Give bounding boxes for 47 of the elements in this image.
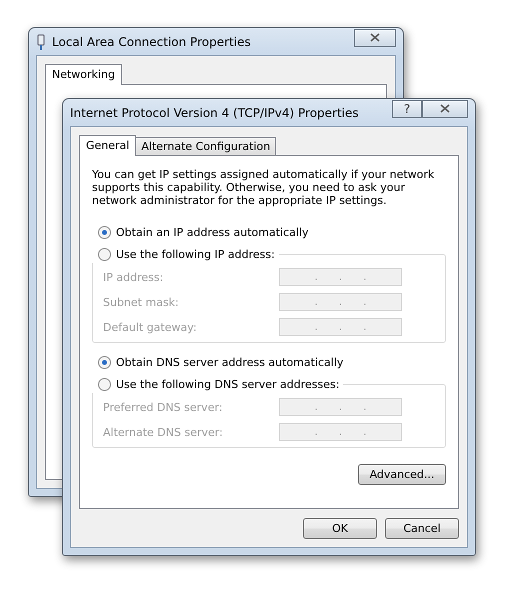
tab[interactable]: Networking	[45, 64, 122, 85]
advanced-button[interactable]: Advanced...	[358, 464, 446, 485]
radio-button[interactable]	[98, 226, 111, 238]
radio-option[interactable]: Use the following IP address:	[92, 245, 279, 263]
radio-button[interactable]	[98, 248, 111, 260]
field-label: IP address:	[103, 270, 164, 284]
window-title: Local Area Connection Properties	[52, 34, 252, 48]
field-label: Default gateway:	[103, 320, 197, 334]
window-title: Internet Protocol Version 4 (TCP/IPv4) Properties	[70, 106, 360, 120]
radio-label: Use the following DNS server addresses:	[116, 378, 340, 390]
separator-dot: .	[363, 322, 366, 332]
field-label: Alternate DNS server:	[103, 426, 223, 438]
help-button[interactable]: ?	[392, 100, 422, 118]
separator-dot: .	[363, 426, 366, 438]
close-icon	[440, 104, 450, 113]
radio-option[interactable]: Obtain an IP address automatically	[92, 223, 446, 241]
separator-dot: .	[338, 426, 342, 438]
separator-dot: .	[314, 272, 318, 282]
separator-dot: .	[363, 272, 366, 282]
separator-dot: .	[363, 402, 366, 412]
radio-button[interactable]	[98, 378, 111, 390]
field-label: Subnet mask:	[103, 296, 179, 308]
separator-dot: .	[338, 272, 342, 282]
intro-text: You can get IP settings assigned automatically if your network supports this capability. Otherwise, you need to ask your network administrator for the appropriate IP settings.	[92, 168, 436, 207]
radio-option[interactable]: Obtain DNS server address automatically	[92, 353, 446, 371]
radio-button[interactable]	[98, 356, 111, 368]
close-button[interactable]	[354, 28, 396, 46]
radio-label: Use the following IP address:	[116, 248, 275, 260]
separator-dot: .	[338, 402, 342, 412]
network-cable-icon	[36, 34, 46, 50]
dialog-button[interactable]: OK	[303, 518, 377, 539]
tab[interactable]: General	[79, 135, 136, 156]
radio-label: Obtain an IP address automatically	[116, 226, 309, 238]
separator-dot: .	[314, 402, 318, 412]
separator-dot: .	[314, 296, 318, 308]
radio-option[interactable]: Use the following DNS server addresses:	[92, 375, 344, 393]
separator-dot: .	[338, 322, 342, 332]
separator-dot: .	[363, 296, 366, 308]
separator-dot: .	[314, 426, 318, 438]
close-icon	[370, 33, 380, 42]
separator-dot: .	[314, 322, 318, 332]
dialog-button[interactable]: Cancel	[385, 518, 459, 539]
radio-label: Obtain DNS server address automatically	[116, 356, 344, 368]
separator-dot: .	[338, 296, 342, 308]
tab[interactable]: Alternate Configuration	[135, 137, 276, 156]
field-label: Preferred DNS server:	[103, 400, 222, 414]
close-button[interactable]	[422, 100, 468, 118]
